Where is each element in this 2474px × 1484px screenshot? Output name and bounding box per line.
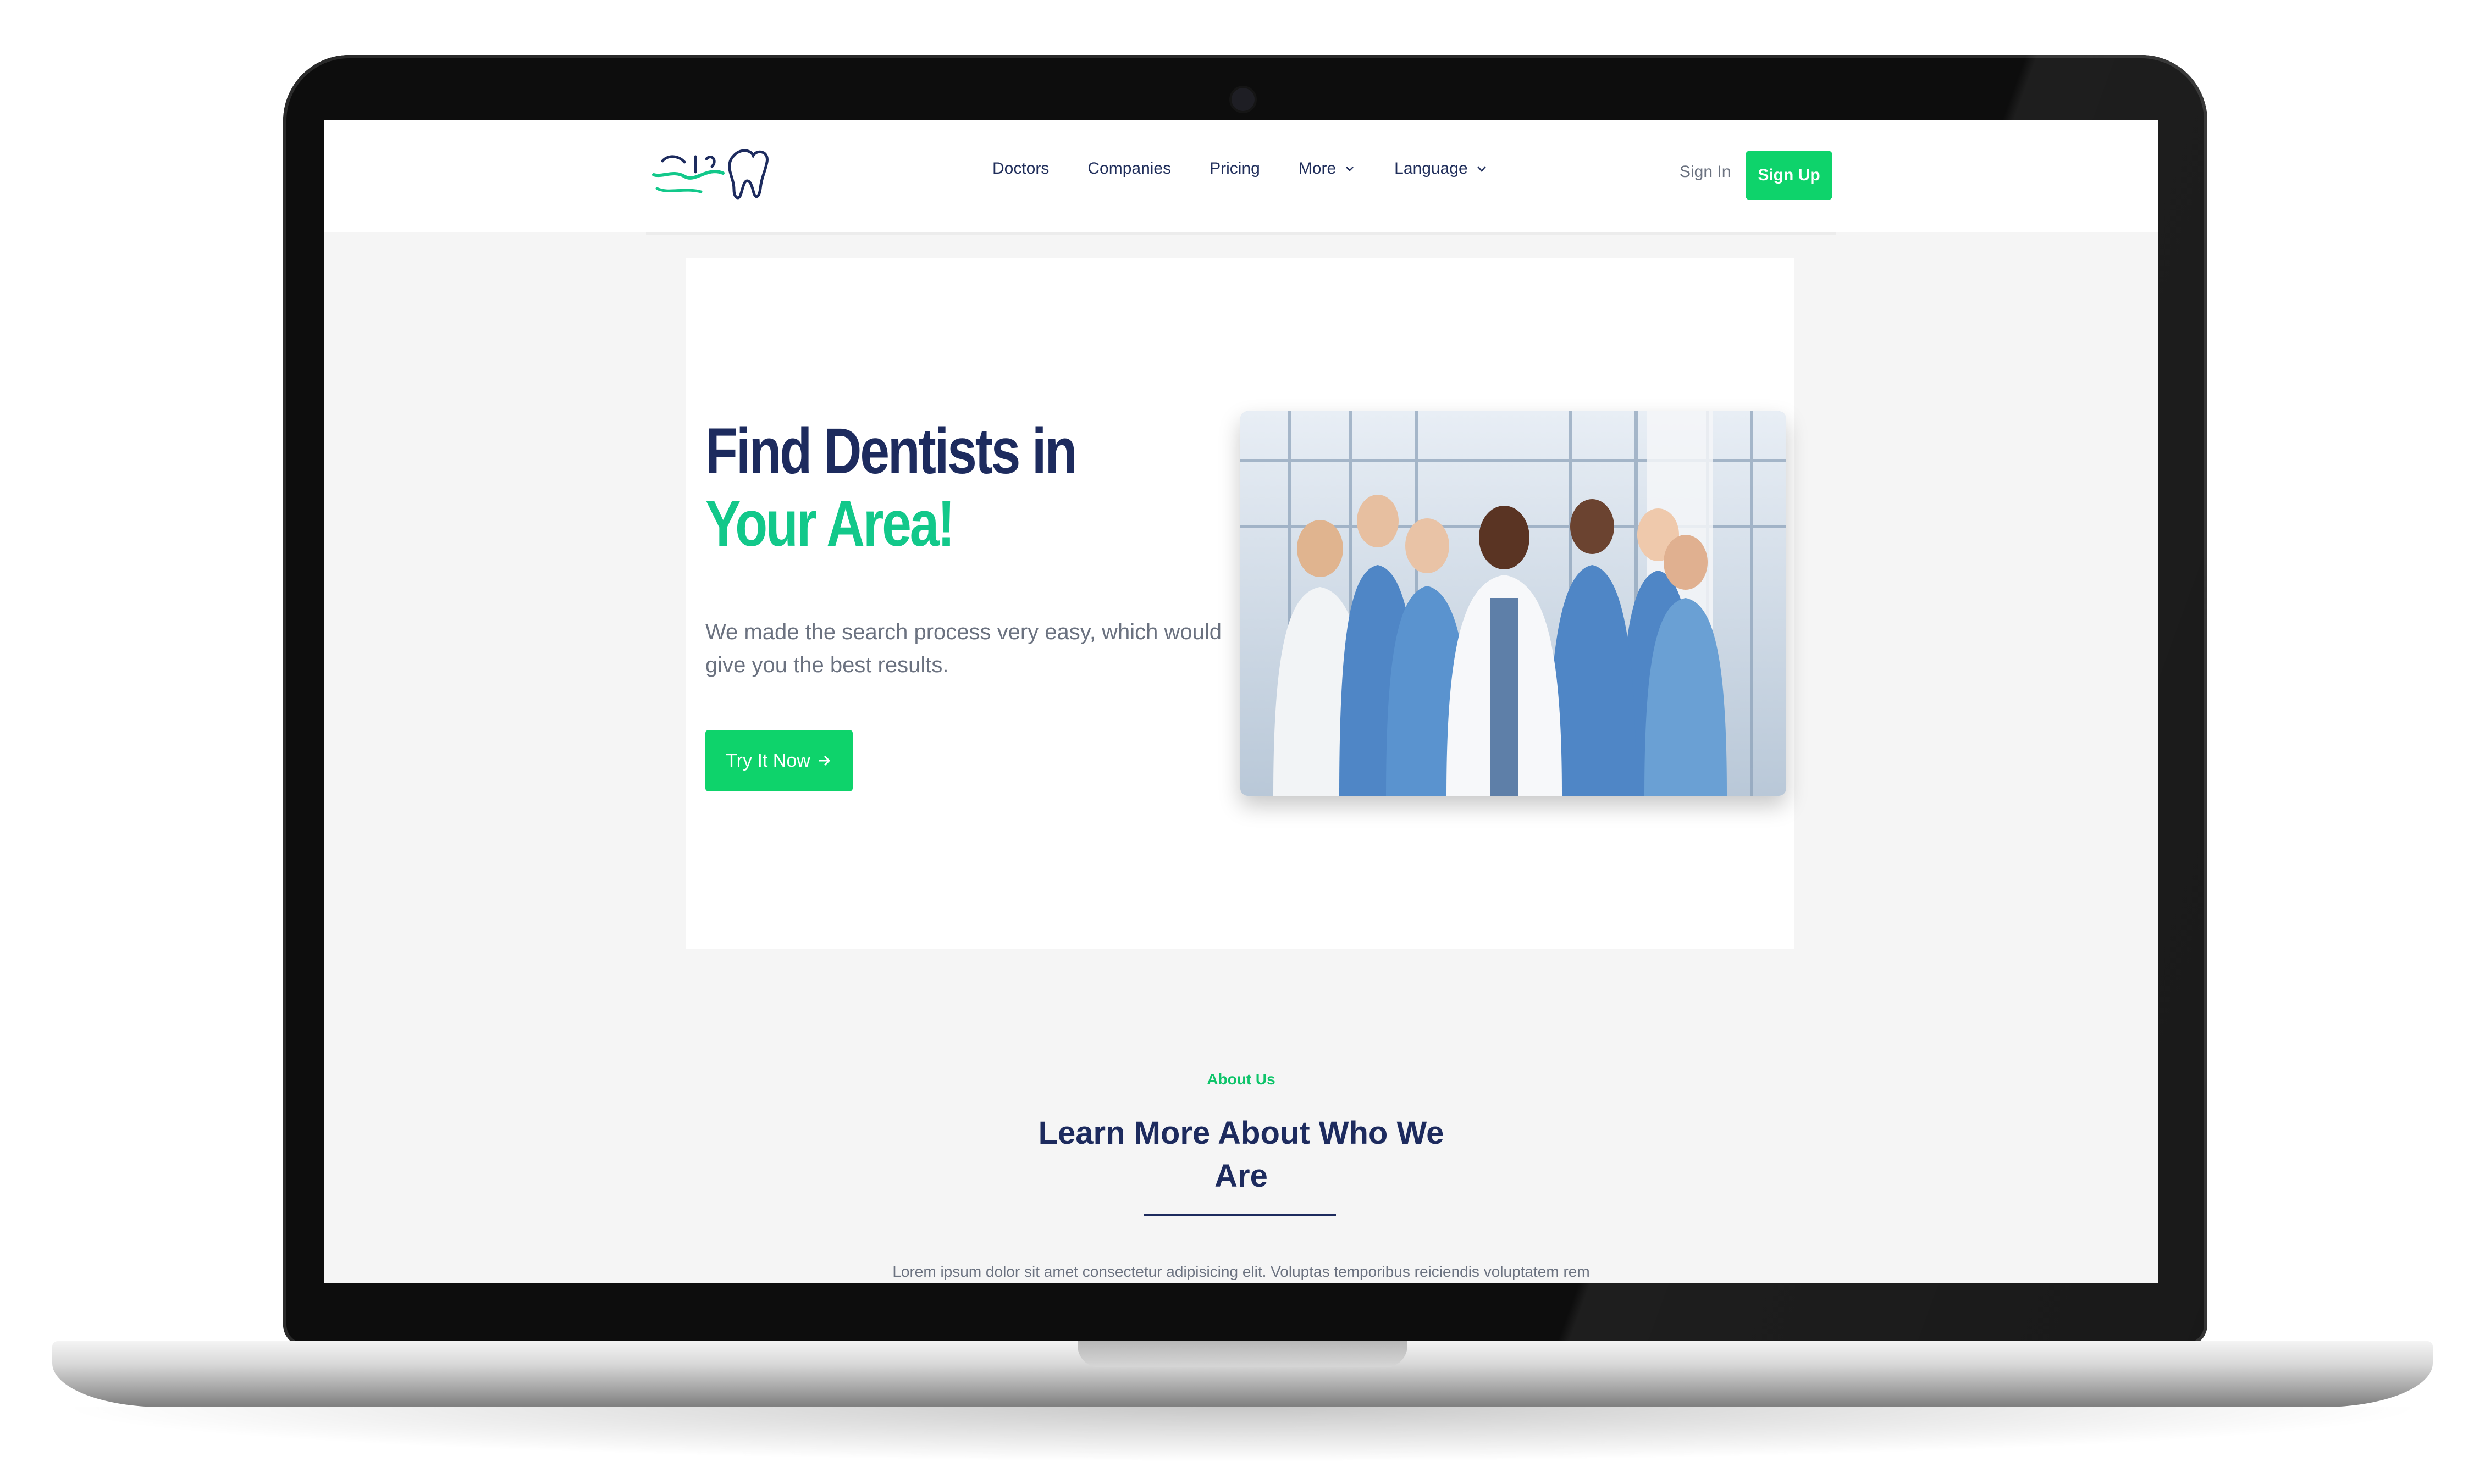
laptop-base-notch (1078, 1341, 1407, 1367)
primary-nav: Doctors Companies Pricing More Language (992, 159, 1488, 178)
chevron-down-icon (1477, 166, 1486, 172)
chevron-down-icon (1346, 167, 1354, 171)
about-title-underline (1144, 1214, 1336, 1216)
hero-subtitle: We made the search process very easy, wh… (705, 620, 1222, 677)
nav-pricing-label: Pricing (1210, 159, 1260, 178)
try-it-now-label: Try It Now (726, 750, 810, 771)
nav-divider (646, 232, 1836, 235)
hero-title-line1: Find Dentists in (705, 415, 1077, 488)
brand-logo[interactable] (651, 145, 772, 205)
nav-companies[interactable]: Companies (1087, 159, 1171, 178)
arrow-right-icon (818, 755, 830, 766)
hero-title: Find Dentists in Your Area! (705, 415, 1111, 560)
dental-team-photo (1240, 411, 1786, 796)
nav-doctors[interactable]: Doctors (992, 159, 1049, 178)
about-description: Lorem ipsum dolor sit amet consectetur a… (892, 1263, 1590, 1280)
navbar: Doctors Companies Pricing More Language … (324, 120, 2158, 232)
sign-up-button[interactable]: Sign Up (1746, 151, 1832, 200)
sign-in-link[interactable]: Sign In (1680, 163, 1731, 181)
browser-viewport: Doctors Companies Pricing More Language … (324, 120, 2158, 1283)
about-title: Learn More About Who We Are (1038, 1115, 1444, 1194)
nav-language-label: Language (1394, 159, 1468, 178)
hero-section: Find Dentists in Your Area! We made the … (686, 258, 1794, 949)
nav-language-dropdown[interactable]: Language (1394, 159, 1487, 178)
webcam (1232, 88, 1255, 111)
hero-title-line2: Your Area! (705, 488, 955, 560)
laptop-shadow (52, 1407, 2433, 1462)
nav-more-label: More (1298, 159, 1337, 178)
about-kicker: About Us (1207, 1071, 1275, 1088)
nav-companies-label: Companies (1087, 159, 1172, 178)
nav-pricing[interactable]: Pricing (1210, 159, 1260, 178)
try-it-now-button[interactable]: Try It Now (705, 730, 853, 791)
nav-more-dropdown[interactable]: More (1299, 159, 1356, 178)
hero-image (1240, 411, 1786, 796)
tooth-logo-icon (652, 149, 769, 200)
nav-doctors-label: Doctors (992, 159, 1050, 178)
